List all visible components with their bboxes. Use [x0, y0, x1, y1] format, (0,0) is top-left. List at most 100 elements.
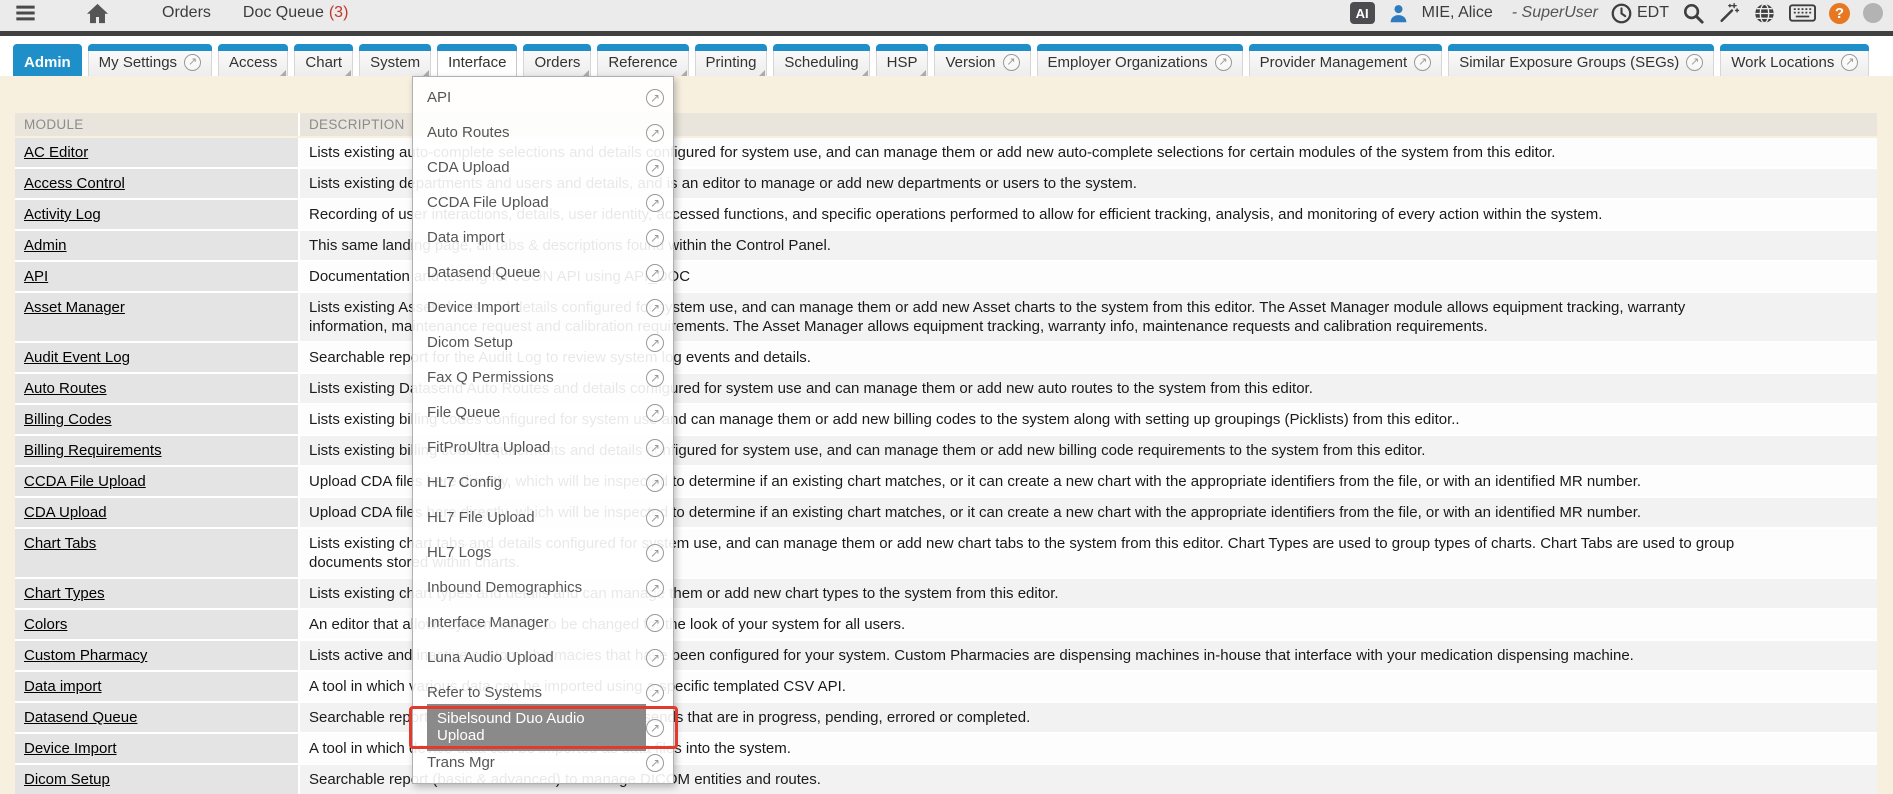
tab-printing[interactable]: Printing ↗	[695, 44, 768, 76]
external-link-icon[interactable]: ↗	[646, 299, 664, 317]
menu-item-ccda-file-upload[interactable]: CCDA File Upload ↗	[413, 185, 673, 220]
menu-item-data-import[interactable]: Data import ↗	[413, 220, 673, 255]
module-link-activity-log[interactable]: Activity Log	[24, 206, 101, 223]
external-link-icon[interactable]: ↗	[646, 159, 664, 177]
tab-cap	[773, 44, 869, 51]
menu-item-cda-upload[interactable]: CDA Upload ↗	[413, 150, 673, 185]
module-link-asset-manager[interactable]: Asset Manager	[24, 299, 125, 316]
avatar-placeholder-icon[interactable]	[1863, 3, 1883, 23]
keyboard-icon[interactable]	[1789, 4, 1816, 22]
tab-scheduling[interactable]: Scheduling ↗	[773, 44, 869, 76]
tab-provider-management[interactable]: Provider Management ↗	[1249, 44, 1443, 76]
external-link-icon[interactable]: ↗	[1215, 54, 1232, 71]
tab-interface[interactable]: Interface ↗	[437, 44, 517, 76]
module-link-billing-requirements[interactable]: Billing Requirements	[24, 442, 162, 459]
menu-item-hl7-logs[interactable]: HL7 Logs ↗	[413, 535, 673, 570]
tab-cap	[437, 44, 517, 51]
tab-work-locations[interactable]: Work Locations ↗	[1720, 44, 1869, 76]
module-link-ac-editor[interactable]: AC Editor	[24, 144, 88, 161]
tab-cap	[13, 44, 82, 51]
clock-icon[interactable]	[1611, 3, 1632, 24]
tab-employer-organizations[interactable]: Employer Organizations ↗	[1037, 44, 1243, 76]
tab-admin[interactable]: Admin ↗	[13, 44, 82, 76]
search-icon[interactable]	[1682, 2, 1705, 25]
table-row-chart-types: Chart Types Lists existing chart types a…	[15, 579, 1877, 608]
external-link-icon[interactable]: ↗	[1841, 54, 1858, 71]
tab-version[interactable]: Version ↗	[934, 44, 1030, 76]
menu-item-device-import[interactable]: Device Import ↗	[413, 290, 673, 325]
external-link-icon[interactable]: ↗	[646, 264, 664, 282]
tab-access[interactable]: Access ↗	[218, 44, 288, 76]
menu-item-file-queue[interactable]: File Queue ↗	[413, 395, 673, 430]
external-link-icon[interactable]: ↗	[646, 684, 664, 702]
module-link-api[interactable]: API	[24, 268, 48, 285]
external-link-icon[interactable]: ↗	[646, 369, 664, 387]
external-link-icon[interactable]: ↗	[646, 719, 664, 737]
help-icon[interactable]: ?	[1829, 3, 1850, 24]
menu-item-hl7-file-upload[interactable]: HL7 File Upload ↗	[413, 500, 673, 535]
menu-item-dicom-setup[interactable]: Dicom Setup ↗	[413, 325, 673, 360]
module-link-custom-pharmacy[interactable]: Custom Pharmacy	[24, 647, 147, 664]
module-link-audit-event-log[interactable]: Audit Event Log	[24, 349, 130, 366]
module-link-auto-routes[interactable]: Auto Routes	[24, 380, 107, 397]
external-link-icon[interactable]: ↗	[184, 54, 201, 71]
menu-item-fax-q-permissions[interactable]: Fax Q Permissions ↗	[413, 360, 673, 395]
tab-my-settings[interactable]: My Settings ↗	[88, 44, 212, 76]
external-link-icon[interactable]: ↗	[646, 544, 664, 562]
menu-item-interface-manager[interactable]: Interface Manager ↗	[413, 605, 673, 640]
module-link-dicom-setup[interactable]: Dicom Setup	[24, 771, 110, 788]
hamburger-menu-icon[interactable]	[12, 2, 39, 24]
menu-item-datasend-queue[interactable]: Datasend Queue ↗	[413, 255, 673, 290]
module-link-chart-types[interactable]: Chart Types	[24, 585, 105, 602]
menu-item-inbound-demographics[interactable]: Inbound Demographics ↗	[413, 570, 673, 605]
tab-label: Provider Management	[1260, 54, 1408, 71]
module-link-data-import[interactable]: Data import	[24, 678, 102, 695]
external-link-icon[interactable]: ↗	[1414, 54, 1431, 71]
menu-item-api[interactable]: API ↗	[413, 80, 673, 115]
menu-item-luna-audio-upload[interactable]: Luna Audio Upload ↗	[413, 640, 673, 675]
module-link-chart-tabs[interactable]: Chart Tabs	[24, 535, 96, 552]
globe-icon[interactable]	[1753, 2, 1776, 25]
tab-similar-exposure-groups-segs[interactable]: Similar Exposure Groups (SEGs) ↗	[1448, 44, 1714, 76]
column-header-module: MODULE	[15, 113, 298, 136]
menu-item-fitproultra-upload[interactable]: FitProUltra Upload ↗	[413, 430, 673, 465]
tab-chart[interactable]: Chart ↗	[294, 44, 353, 76]
external-link-icon[interactable]: ↗	[646, 474, 664, 492]
ai-badge[interactable]: AI	[1350, 2, 1375, 24]
external-link-icon[interactable]: ↗	[646, 334, 664, 352]
home-icon[interactable]	[85, 2, 110, 25]
module-link-device-import[interactable]: Device Import	[24, 740, 117, 757]
external-link-icon[interactable]: ↗	[1686, 54, 1703, 71]
tab-cap	[218, 44, 288, 51]
module-link-cda-upload[interactable]: CDA Upload	[24, 504, 107, 521]
external-link-icon[interactable]: ↗	[646, 579, 664, 597]
external-link-icon[interactable]: ↗	[646, 509, 664, 527]
module-link-access-control[interactable]: Access Control	[24, 175, 125, 192]
external-link-icon[interactable]: ↗	[646, 404, 664, 422]
menu-item-sibelsound-duo-audio-upload[interactable]: Sibelsound Duo Audio Upload ↗	[413, 710, 673, 745]
module-link-admin[interactable]: Admin	[24, 237, 67, 254]
external-link-icon[interactable]: ↗	[646, 89, 664, 107]
tab-reference[interactable]: Reference ↗	[597, 44, 688, 76]
external-link-icon[interactable]: ↗	[646, 229, 664, 247]
tab-orders[interactable]: Orders ↗	[523, 44, 591, 76]
external-link-icon[interactable]: ↗	[646, 439, 664, 457]
external-link-icon[interactable]: ↗	[646, 124, 664, 142]
nav-doc-queue[interactable]: Doc Queue	[243, 4, 324, 22]
module-link-ccda-file-upload[interactable]: CCDA File Upload	[24, 473, 146, 490]
external-link-icon[interactable]: ↗	[646, 754, 664, 772]
external-link-icon[interactable]: ↗	[646, 649, 664, 667]
nav-orders[interactable]: Orders	[162, 4, 211, 22]
tab-hsp[interactable]: HSP ↗	[876, 44, 929, 76]
external-link-icon[interactable]: ↗	[646, 194, 664, 212]
tab-system[interactable]: System ↗	[359, 44, 431, 76]
external-link-icon[interactable]: ↗	[646, 614, 664, 632]
module-link-billing-codes[interactable]: Billing Codes	[24, 411, 112, 428]
module-link-datasend-queue[interactable]: Datasend Queue	[24, 709, 137, 726]
module-link-colors[interactable]: Colors	[24, 616, 67, 633]
menu-item-hl7-config[interactable]: HL7 Config ↗	[413, 465, 673, 500]
menu-item-auto-routes[interactable]: Auto Routes ↗	[413, 115, 673, 150]
magic-wand-icon[interactable]	[1718, 2, 1740, 24]
user-role: - SuperUser	[1512, 4, 1598, 22]
external-link-icon[interactable]: ↗	[1003, 54, 1020, 71]
